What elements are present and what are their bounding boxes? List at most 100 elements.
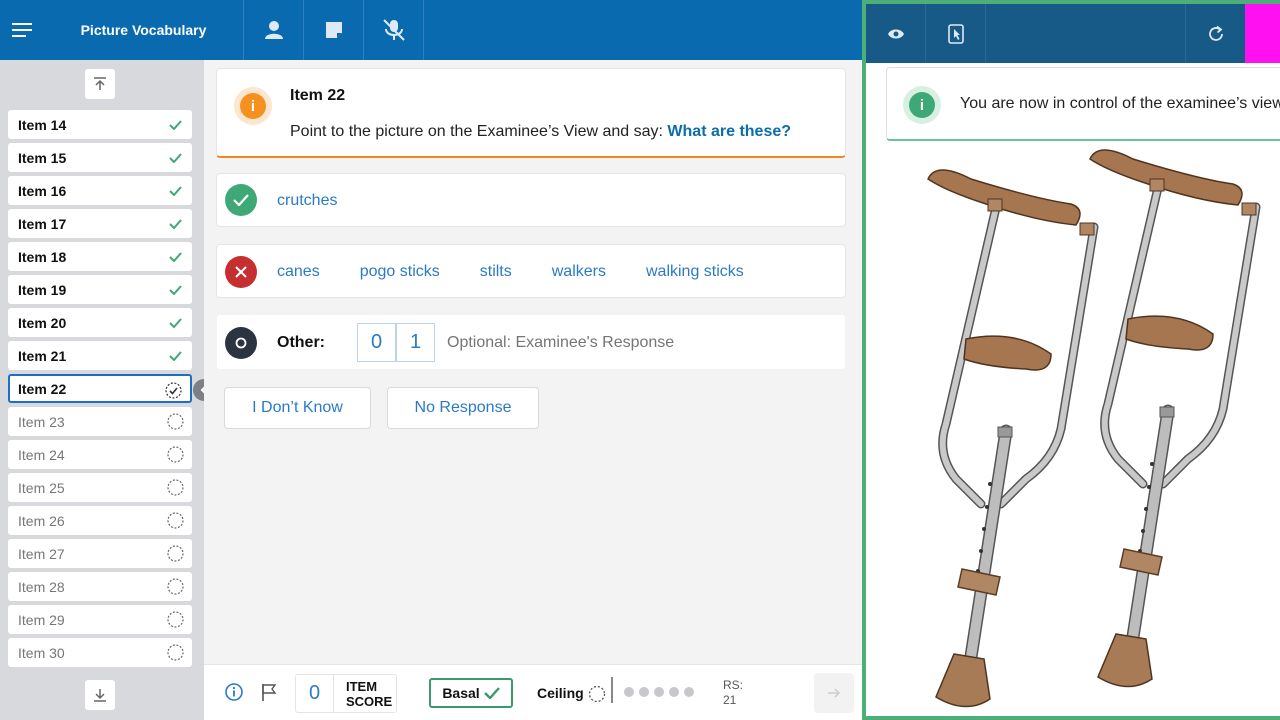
check-icon (167, 215, 184, 232)
sidebar-item-label: Item 30 (18, 644, 65, 661)
other-circle-icon (225, 327, 257, 359)
ceiling-dot (684, 687, 694, 697)
sidebar-item-label: Item 26 (18, 512, 65, 529)
answer-option[interactable]: walking sticks (646, 263, 744, 281)
sidebar-item[interactable]: Item 25 (8, 473, 192, 502)
sidebar-item-label: Item 29 (18, 611, 65, 628)
item-score-label: ITEM SCORE (346, 679, 393, 709)
dont-know-button[interactable]: I Don’t Know (224, 387, 371, 429)
info-icon: i (234, 87, 272, 125)
sidebar-item-label: Item 17 (18, 215, 67, 232)
answer-option[interactable]: walkers (552, 263, 606, 281)
other-score-1-button[interactable]: 1 (396, 323, 435, 362)
sidebar-item[interactable]: Item 15 (8, 143, 192, 172)
pending-icon (588, 686, 605, 703)
item-sidebar: Item 14 Item 15 Item 16 Item 17 Item 18 Item … (0, 60, 204, 720)
control-banner: i You are now in control of the examinee… (886, 67, 1280, 141)
arrow-to-bottom-icon (94, 689, 106, 702)
sidebar-item[interactable]: Item 26 (8, 506, 192, 535)
notes-button[interactable] (304, 0, 364, 60)
incorrect-answer-list: canes pogo sticks stilts walkers walking sti… (277, 245, 784, 299)
check-icon (167, 149, 184, 166)
scoring-pane: i Item 22 Point to the picture on the Ex… (204, 60, 862, 664)
check-icon (167, 314, 184, 331)
pending-icon (167, 545, 184, 562)
answer-option[interactable]: crutches (277, 192, 337, 210)
examinee-response-input[interactable] (447, 323, 827, 362)
refresh-button[interactable] (1185, 4, 1245, 63)
examinee-view-toolbar (866, 4, 1280, 63)
other-label: Other: (277, 334, 325, 351)
sidebar-item[interactable]: Item 29 (8, 605, 192, 634)
sidebar-item-label: Item 23 (18, 413, 65, 430)
scoring-footer: 0 ITEM SCORE Basal Ceiling RS: 21 (204, 664, 862, 720)
person-icon (264, 21, 283, 39)
answer-option[interactable]: stilts (480, 263, 512, 281)
eye-icon (887, 29, 904, 38)
sidebar-item[interactable]: Item 27 (8, 539, 192, 568)
sidebar-item[interactable]: Item 14 (8, 110, 192, 139)
sidebar-item[interactable]: Item 30 (8, 638, 192, 667)
pending-icon (167, 413, 184, 430)
check-icon (167, 248, 184, 265)
check-icon (167, 347, 184, 364)
ceiling-dot (669, 687, 679, 697)
sidebar-item[interactable]: Item 17 (8, 209, 192, 238)
sidebar-item[interactable]: Item 22 (8, 374, 192, 403)
arrow-to-top-icon (94, 77, 106, 90)
ceiling-dot (624, 687, 634, 697)
sidebar-item-label: Item 24 (18, 446, 65, 463)
sidebar-item[interactable]: Item 23 (8, 407, 192, 436)
crutch-left (928, 170, 1094, 707)
stimulus-image-crutches (926, 139, 1280, 709)
refresh-icon (1208, 25, 1223, 41)
sidebar-item-label: Item 14 (18, 116, 67, 133)
basal-indicator: Basal (429, 678, 513, 708)
preview-button[interactable] (866, 4, 926, 63)
sidebar-item-label: Item 27 (18, 545, 65, 562)
sidebar-item[interactable]: Item 20 (8, 308, 192, 337)
item-score-value: 0 (296, 675, 334, 712)
crutch-right (1090, 150, 1256, 687)
sidebar-item-label: Item 15 (18, 149, 67, 166)
raw-score: RS: 21 (723, 678, 744, 707)
check-icon (167, 182, 184, 199)
prompt-question: What are these? (667, 123, 792, 140)
sidebar-item[interactable]: Item 18 (8, 242, 192, 271)
next-button[interactable] (814, 673, 854, 713)
divider (611, 677, 613, 703)
ceiling-indicator: Ceiling (537, 685, 606, 703)
mic-toggle-button[interactable] (364, 0, 424, 60)
sidebar-item[interactable]: Item 19 (8, 275, 192, 304)
sidebar-item-label: Item 25 (18, 479, 65, 496)
info-icon: i (903, 86, 941, 124)
ceiling-progress-dots (624, 687, 694, 697)
scroll-top-button[interactable] (85, 69, 115, 99)
menu-button[interactable] (0, 0, 44, 60)
sidebar-item-label: Item 19 (18, 281, 67, 298)
no-response-button[interactable]: No Response (387, 387, 539, 429)
sidebar-item-label: Item 18 (18, 248, 67, 265)
scroll-bottom-button[interactable] (85, 680, 115, 710)
examinee-view-panel: i You are now in control of the examinee… (862, 0, 1280, 720)
incorrect-responses-card: canes pogo sticks stilts walkers walking sti… (216, 244, 846, 298)
sidebar-item-label: Item 28 (18, 578, 65, 595)
flag-icon[interactable] (261, 683, 277, 701)
app-header: Picture Vocabulary (0, 0, 862, 60)
other-score-0-button[interactable]: 0 (357, 323, 396, 362)
sidebar-item[interactable]: Item 16 (8, 176, 192, 205)
sidebar-item[interactable]: Item 21 (8, 341, 192, 370)
x-icon (225, 256, 257, 288)
arrow-right-icon (828, 688, 841, 698)
info-circle-icon[interactable] (225, 683, 243, 701)
sidebar-item[interactable]: Item 24 (8, 440, 192, 469)
answer-option[interactable]: canes (277, 263, 320, 281)
accent-marker (1245, 4, 1280, 63)
examinee-info-button[interactable] (244, 0, 304, 60)
prompt-card: i Item 22 Point to the picture on the Ex… (216, 68, 846, 158)
ceiling-dot (639, 687, 649, 697)
control-examinee-button[interactable] (926, 4, 986, 63)
pending-icon (167, 446, 184, 463)
answer-option[interactable]: pogo sticks (360, 263, 440, 281)
sidebar-item[interactable]: Item 28 (8, 572, 192, 601)
